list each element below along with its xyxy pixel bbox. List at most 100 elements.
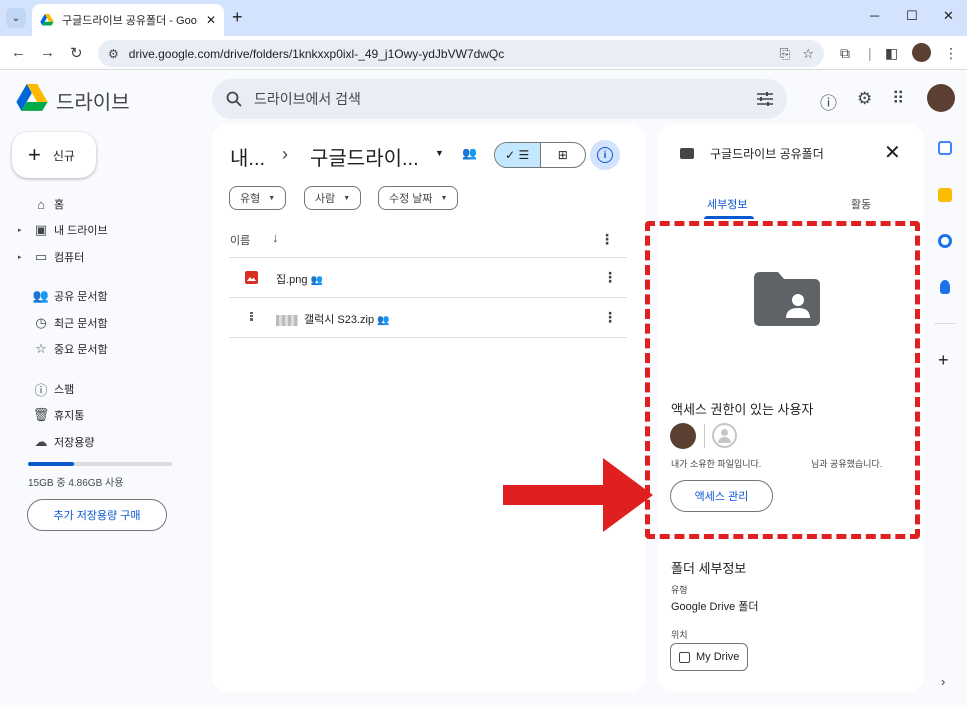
contacts-app-icon[interactable]	[940, 280, 950, 294]
extensions-icon[interactable]: ⧉	[840, 45, 850, 62]
breadcrumb-root[interactable]: 내...	[230, 142, 265, 171]
type-value: Google Drive 폴더	[671, 601, 759, 613]
url-text: drive.google.com/drive/folders/1knkxxp0i…	[128, 46, 505, 61]
breadcrumb-current-folder[interactable]: 구글드라이...	[310, 142, 419, 171]
browser-tab[interactable]: 구글드라이브 공유폴더 - Goo ✕	[32, 4, 224, 36]
location-label: 위치	[671, 630, 688, 640]
window-close-icon[interactable]: ✕	[943, 8, 954, 24]
tasks-app-icon[interactable]	[938, 234, 952, 248]
buy-storage-button[interactable]: 추가 저장용량 구매	[27, 499, 167, 531]
side-panel-icon[interactable]: ◧	[885, 45, 898, 62]
folder-details-title: 폴더 세부정보	[671, 561, 747, 576]
sidebar-item-label: 중요 문서함	[54, 344, 108, 356]
new-tab-icon[interactable]: +	[232, 7, 243, 28]
shared-people-icon: 👥	[310, 275, 324, 286]
reload-icon[interactable]: ↻	[70, 44, 83, 62]
tab-search-chevron-icon[interactable]: ⌄	[6, 8, 26, 28]
expand-caret-icon[interactable]: ▸	[18, 253, 28, 261]
my-drive-icon	[679, 651, 690, 663]
account-avatar[interactable]	[927, 84, 955, 112]
add-addon-icon[interactable]: +	[938, 350, 949, 371]
details-title-text: 구글드라이브 공유폴더	[710, 147, 824, 161]
file-list-panel: 내... › 구글드라이... ▼ 👥 ✓ ☰ ⊞ i 유형 ▼ 사람 ▼ 수정 날…	[212, 124, 645, 692]
apps-grid-icon[interactable]: ⠿	[892, 89, 904, 109]
sidebar-item-label: 스팸	[54, 384, 75, 396]
active-tab-indicator	[704, 216, 754, 219]
image-icon	[245, 271, 258, 284]
filter-type-chip[interactable]: 유형 ▼	[229, 186, 287, 210]
filter-people-chip[interactable]: 사람 ▼	[304, 186, 362, 210]
expand-caret-icon[interactable]: ▸	[18, 226, 28, 234]
sidebar-item-recent[interactable]: ◷ 최근 문서함	[18, 312, 107, 334]
maximize-icon[interactable]: ☐	[906, 8, 918, 24]
tab-close-icon[interactable]: ✕	[206, 13, 216, 27]
search-bar[interactable]: 드라이브에서 검색	[212, 79, 787, 119]
address-bar[interactable]: ⚙ drive.google.com/drive/folders/1knkxxp…	[98, 40, 824, 67]
sort-arrow-down-icon[interactable]: ↓	[272, 230, 279, 245]
keep-app-icon[interactable]	[938, 188, 952, 202]
plus-icon: +	[28, 142, 41, 167]
my-drive-icon: ▣	[34, 222, 48, 237]
browser-profile-avatar[interactable]	[912, 43, 931, 62]
row-divider	[229, 337, 627, 338]
table-row[interactable]: 집.png 👥 ⋮	[229, 257, 627, 297]
grid-view-icon: ⊞	[557, 148, 568, 162]
sidebar-item-label: 홈	[54, 199, 65, 211]
sidebar-item-label: 공유 문서함	[54, 291, 108, 303]
trash-icon: 🗑	[32, 407, 50, 422]
shared-folder-people-icon[interactable]: 👥	[462, 146, 477, 160]
row-more-icon[interactable]: ⋮	[603, 269, 617, 286]
list-view-icon: ✓ ☰	[505, 148, 530, 162]
sidebar-item-spam[interactable]: ⓘ 스팸	[18, 378, 74, 400]
row-more-icon[interactable]: ⋮	[603, 309, 617, 326]
table-row[interactable]: 갤럭시 S23.zip 👥 ⋮	[229, 297, 627, 337]
red-arrow-icon	[503, 458, 653, 532]
settings-gear-icon[interactable]: ⚙	[857, 89, 872, 109]
bookmark-star-icon[interactable]: ☆	[802, 46, 814, 62]
new-button[interactable]: + 신규	[12, 132, 96, 178]
view-toggle: ✓ ☰ ⊞	[494, 142, 586, 168]
column-more-icon[interactable]: ⋮	[600, 231, 614, 248]
install-app-icon[interactable]: ⎘	[780, 46, 790, 62]
sidebar-item-home[interactable]: ⌂ 홈	[18, 193, 64, 215]
highlight-dashed-box	[645, 221, 920, 539]
calendar-app-icon[interactable]	[938, 141, 952, 155]
location-chip[interactable]: My Drive	[670, 643, 749, 671]
site-info-icon[interactable]: ⚙	[108, 47, 119, 61]
chevron-right-icon[interactable]: ›	[941, 674, 945, 689]
grid-view-button[interactable]: ⊞	[541, 143, 586, 167]
back-icon[interactable]: ←	[11, 44, 26, 61]
tab-activity[interactable]: 활동	[851, 196, 871, 212]
forward-icon[interactable]: →	[40, 44, 55, 61]
sidebar-item-trash[interactable]: 🗑 휴지통	[18, 404, 85, 426]
folder-dropdown-icon[interactable]: ▼	[435, 148, 444, 158]
browser-menu-icon[interactable]: ⋮	[944, 45, 958, 62]
sidebar-item-starred[interactable]: ☆ 중요 문서함	[18, 338, 108, 360]
search-options-icon[interactable]	[757, 92, 773, 106]
drive-logo-text: 드라이브	[56, 92, 130, 114]
search-input[interactable]: 드라이브에서 검색	[254, 89, 757, 109]
filter-modified-chip[interactable]: 수정 날짜 ▼	[378, 186, 459, 210]
chevron-down-icon: ▼	[268, 194, 276, 202]
sidebar-item-label: 저장용량	[54, 437, 95, 449]
column-header-name[interactable]: 이름	[230, 232, 250, 248]
sidebar-item-shared[interactable]: 👥 공유 문서함	[18, 285, 108, 307]
close-icon[interactable]: ✕	[884, 140, 901, 165]
sidebar-item-computers[interactable]: ▸ ▭ 컴퓨터	[18, 246, 84, 268]
sidebar-item-storage[interactable]: ☁ 저장용량	[18, 431, 95, 453]
minimize-icon[interactable]: ─	[870, 8, 879, 23]
sidebar-item-my-drive[interactable]: ▸ ▣ 내 드라이브	[18, 219, 108, 241]
sidebar-item-label: 내 드라이브	[54, 225, 108, 237]
search-icon[interactable]	[226, 91, 242, 107]
clock-icon: ◷	[35, 315, 47, 330]
help-icon[interactable]: ⓘ	[820, 89, 837, 114]
filter-label: 유형	[240, 193, 261, 205]
details-info-button[interactable]: i	[590, 140, 620, 170]
sidebar-item-label: 컴퓨터	[54, 252, 85, 264]
filter-label: 수정 날짜	[389, 193, 433, 205]
details-title: 구글드라이브 공유폴더	[680, 145, 824, 162]
list-view-button[interactable]: ✓ ☰	[495, 143, 541, 167]
redacted-text	[276, 314, 298, 326]
tab-details[interactable]: 세부정보	[707, 196, 747, 212]
sidebar-item-label: 휴지통	[54, 410, 85, 422]
